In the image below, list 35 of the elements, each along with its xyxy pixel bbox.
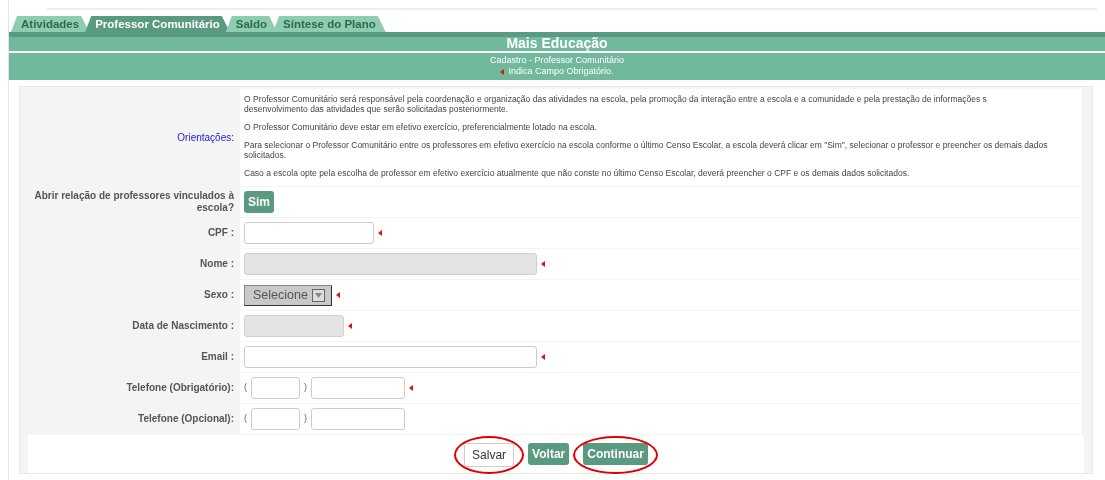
select-dropdown[interactable]: Selecione (244, 284, 332, 306)
field-label: Sexo : (204, 289, 234, 301)
instruction-text: desenvolvimento das atividades que serão solicitadas posteriormente. (244, 104, 510, 114)
instruction-text: O Professor Comunitário deve estar em efetivo exercício, preferencialmente lotado na escola. (244, 122, 598, 132)
field-label: Nome : (200, 258, 234, 270)
instruction-text: Caso a escola opte pela escolha de professor em efetivo exercício atualmente que não conste no último Censo Escolar, deverá preencher o CPF e os demais dados solicitados. (244, 168, 911, 178)
save-button[interactable]: Salvar (464, 443, 515, 467)
parenthesis: ) (304, 412, 307, 426)
parenthesis: ( (244, 381, 247, 395)
instruction-text: Para selecionar o Professor Comunitário entre os professores em efetivo exercício na escola conforme o último Censo Escolar, a escola deverá clicar em "Sim", selecionar o professor e preencher os demais dados solicitados. (244, 140, 1049, 160)
phone-number-field[interactable] (311, 408, 405, 430)
tab[interactable]: Síntese do Plano (273, 16, 386, 32)
area-code-field[interactable] (251, 377, 300, 399)
form-subtitle: Cadastro - Professor Comunitário (489, 55, 625, 65)
parenthesis: ( (244, 412, 247, 426)
field-label: Email : (201, 351, 234, 363)
input-field[interactable] (244, 222, 374, 244)
action-button[interactable]: Continuar (583, 443, 648, 465)
area-code-field[interactable] (251, 408, 300, 430)
orientations-label: Orientações: (177, 131, 234, 144)
page-title: Mais Educação (506, 35, 608, 51)
parenthesis: ) (304, 381, 307, 395)
yes-button[interactable]: Sim (244, 191, 274, 213)
tab[interactable]: Professor Comunitário (85, 16, 230, 32)
field-label: Telefone (Opcional): (138, 413, 234, 425)
phone-number-field[interactable] (311, 377, 405, 399)
field-label: Abrir relação de professores vinculados à escola? (33, 190, 234, 214)
field-label: CPF : (207, 227, 234, 239)
field-label: Data de Nascimento : (132, 320, 234, 332)
instruction-text: O Professor Comunitário será responsável pela coordenação e organização das atividades na escola, pela promoção da interação entre a escola e a comunidade e pela prestação de informações s (244, 94, 988, 104)
required-marker-icon (500, 68, 505, 75)
required-note: Indica Campo Obrigatório. (508, 66, 614, 77)
field-label: Telefone (Obrigatório): (126, 382, 234, 394)
input-field[interactable] (244, 346, 537, 368)
action-button[interactable]: Voltar (528, 443, 570, 465)
